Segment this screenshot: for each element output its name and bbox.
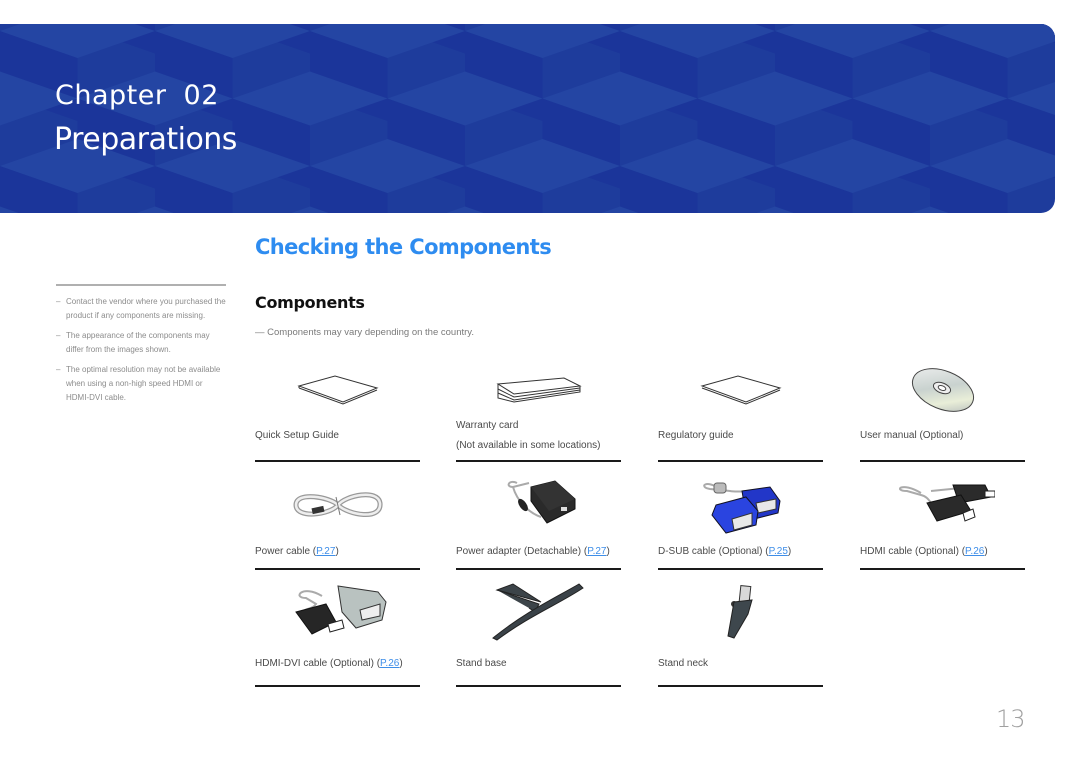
subsection-note: — Components may vary depending on the c…: [255, 327, 474, 338]
side-note: – The appearance of the components may di…: [56, 331, 210, 354]
cube-face: [1008, 207, 1056, 214]
divider: [255, 460, 420, 462]
page-number: 13: [996, 705, 1026, 733]
side-notes: – Contact the vendor where you purchased …: [56, 284, 226, 411]
component-label: Regulatory guide: [658, 430, 734, 441]
power-adapter-icon: [456, 477, 621, 529]
power-cable-icon: [255, 487, 420, 523]
side-note: – Contact the vendor where you purchased …: [56, 297, 226, 320]
hdmi-dvi-cable-icon: [255, 582, 420, 644]
divider: [658, 568, 823, 570]
subsection-title: Components: [255, 293, 365, 312]
divider: [255, 568, 420, 570]
stand-neck-icon: [658, 584, 823, 640]
dash-icon: —: [255, 327, 268, 338]
cube-pattern-decoration: [0, 24, 1055, 213]
divider: [456, 568, 621, 570]
card-icon: [456, 376, 621, 404]
divider: [658, 460, 823, 462]
page-link[interactable]: P.25: [769, 546, 788, 557]
dash-icon: –: [56, 297, 61, 306]
component-label: User manual (Optional): [860, 430, 964, 441]
divider: [658, 685, 823, 687]
component-label: D-SUB cable (Optional) (P.25): [658, 546, 792, 557]
divider: [860, 460, 1025, 462]
component-label: HDMI-DVI cable (Optional) (P.26): [255, 658, 403, 669]
chapter-title: Preparations: [54, 122, 237, 157]
component-label: Quick Setup Guide: [255, 430, 339, 441]
chapter-label: Chapter 02: [55, 80, 219, 111]
section-title: Checking the Components: [255, 235, 552, 259]
dsub-cable-icon: [658, 475, 823, 535]
divider: [255, 685, 420, 687]
page-link[interactable]: P.26: [380, 658, 399, 669]
component-label: Power cable (P.27): [255, 546, 339, 557]
hdmi-cable-icon: [860, 477, 1025, 533]
component-label: Stand base: [456, 658, 507, 669]
divider: [456, 685, 621, 687]
page-link[interactable]: P.27: [587, 546, 606, 557]
component-label: HDMI cable (Optional) (P.26): [860, 546, 988, 557]
stand-base-icon: [456, 582, 621, 644]
component-label: Power adapter (Detachable) (P.27): [456, 546, 610, 557]
chapter-banner: Chapter 02 Preparations: [0, 24, 1055, 213]
component-label: Warranty card: [456, 420, 519, 431]
page-link[interactable]: P.26: [965, 546, 984, 557]
side-note: – The optimal resolution may not be avail…: [56, 365, 221, 402]
dash-icon: –: [56, 365, 61, 374]
dash-icon: –: [56, 331, 61, 340]
cd-icon: [860, 368, 1025, 416]
booklet-icon: [255, 374, 420, 406]
divider: [456, 460, 621, 462]
booklet-icon: [658, 374, 823, 406]
component-label-note: (Not available in some locations): [456, 440, 601, 451]
divider: [860, 568, 1025, 570]
component-label: Stand neck: [658, 658, 709, 669]
page-link[interactable]: P.27: [316, 546, 335, 557]
